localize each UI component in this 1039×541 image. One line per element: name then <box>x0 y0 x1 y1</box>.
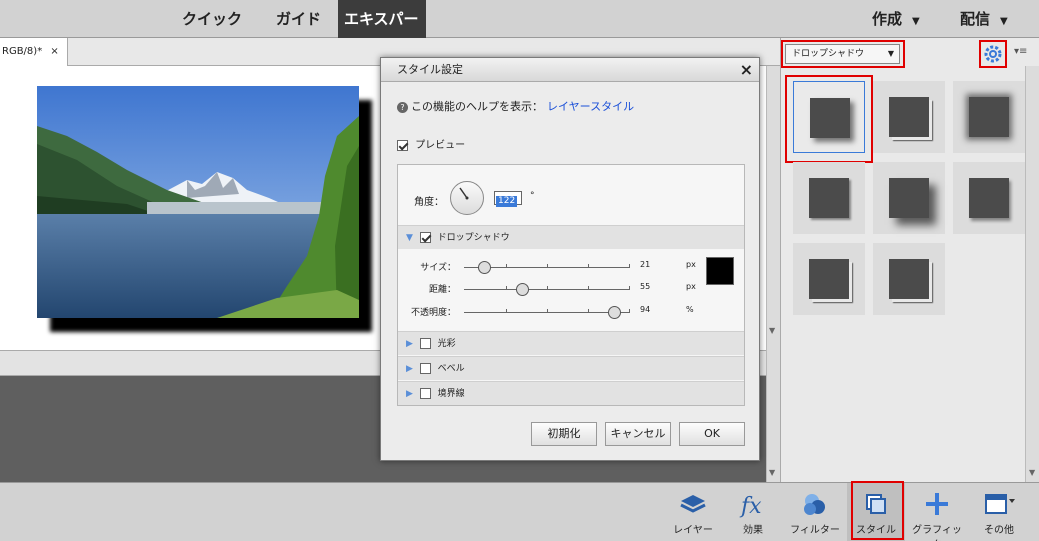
style-thumb-6[interactable] <box>953 162 1025 234</box>
layer-style-help-link[interactable]: レイヤースタイル <box>547 100 634 113</box>
help-question-icon: ? <box>397 102 408 113</box>
tab-expert[interactable]: エキスパート <box>338 0 426 66</box>
expand-right-icon[interactable]: ▶ <box>406 332 413 356</box>
graphics-button[interactable]: グラフィック <box>908 483 966 541</box>
close-icon[interactable]: × <box>740 59 753 81</box>
filters-button[interactable]: フィルター <box>786 483 844 541</box>
caret-down-icon: ▼ <box>1000 16 1008 27</box>
svg-text:fx: fx <box>739 494 762 519</box>
layers-button[interactable]: レイヤー <box>664 483 722 541</box>
style-thumb-4[interactable] <box>793 162 865 234</box>
expand-right-icon[interactable]: ▶ <box>406 382 413 406</box>
more-window-icon <box>970 489 1028 521</box>
styles-panel-scrollbar[interactable]: ▼ <box>1025 66 1039 482</box>
close-tab-icon[interactable]: × <box>50 46 58 57</box>
style-thumb-8[interactable] <box>873 243 945 315</box>
scroll-down-arrow-icon[interactable]: ▼ <box>1029 468 1035 477</box>
checkbox[interactable] <box>397 139 408 151</box>
thumb-highlight <box>785 75 873 163</box>
style-settings-dialog: スタイル設定 × ? この機能のヘルプを表示： レイヤースタイル プレビュー 角度：… <box>380 57 760 461</box>
tab-guided[interactable]: ガイド <box>270 0 327 38</box>
more-button[interactable]: その他 <box>970 483 1028 541</box>
style-options-panel: 角度： 122 ° ▼ ドロップシャドウ サイズ： 21 px 距離： 55 p… <box>397 164 745 406</box>
angle-input[interactable]: 122 <box>494 191 522 207</box>
share-menu-button[interactable]: 配信 ▼ <box>960 0 1008 38</box>
drop-shadow-section-header[interactable]: ▼ ドロップシャドウ <box>398 225 744 249</box>
glow-checkbox[interactable] <box>419 338 431 349</box>
reset-button[interactable]: 初期化 <box>531 422 597 446</box>
help-line: ? この機能のヘルプを表示： レイヤースタイル <box>397 98 634 114</box>
size-slider-row: サイズ： 21 px <box>420 260 696 274</box>
angle-unit: ° <box>530 191 535 201</box>
style-thumb-7[interactable] <box>793 243 865 315</box>
style-thumb-5[interactable] <box>873 162 945 234</box>
dropdown-highlight <box>781 40 905 68</box>
style-thumb-2[interactable] <box>873 81 945 153</box>
tab-quick[interactable]: クイック <box>176 0 248 38</box>
opacity-slider-row: 不透明度： 94 % <box>410 305 694 319</box>
preview-checkbox[interactable]: プレビュー <box>397 136 465 151</box>
graphics-plus-icon <box>908 489 966 521</box>
document-tab[interactable]: RGB/8)* × <box>0 38 68 66</box>
landscape-photo <box>37 86 359 318</box>
stroke-section-header[interactable]: ▶ 境界線 <box>398 381 744 405</box>
scroll-down-arrow-icon[interactable]: ▼ <box>769 468 775 477</box>
angle-dial[interactable] <box>450 181 484 215</box>
drop-shadow-checkbox[interactable] <box>419 232 431 243</box>
panel-menu-icon[interactable]: ▾≡ <box>1014 46 1027 57</box>
dialog-title-bar[interactable]: スタイル設定 × <box>381 58 759 82</box>
caret-down-icon: ▼ <box>912 16 920 27</box>
bevel-section-header[interactable]: ▶ ベベル <box>398 356 744 380</box>
expand-down-icon[interactable]: ▼ <box>406 226 413 250</box>
scroll-down-arrow-icon[interactable]: ▼ <box>769 326 775 335</box>
size-slider-knob[interactable] <box>478 261 491 274</box>
effects-button[interactable]: fx 効果 <box>724 483 782 541</box>
styles-button-highlight <box>851 481 904 540</box>
bevel-checkbox[interactable] <box>419 363 431 374</box>
glow-section-header[interactable]: ▶ 光彩 <box>398 331 744 355</box>
layers-icon <box>664 489 722 521</box>
stroke-checkbox[interactable] <box>419 388 431 399</box>
cancel-button[interactable]: キャンセル <box>605 422 671 446</box>
size-slider[interactable] <box>464 261 630 274</box>
create-menu-button[interactable]: 作成 ▼ <box>872 0 920 38</box>
opacity-slider[interactable] <box>464 306 630 319</box>
style-thumb-3[interactable] <box>953 81 1025 153</box>
gear-highlight <box>979 40 1007 68</box>
expand-right-icon[interactable]: ▶ <box>406 357 413 381</box>
canvas-vertical-scrollbar[interactable]: ▼ ▼ <box>766 66 780 482</box>
opacity-slider-knob[interactable] <box>608 306 621 319</box>
distance-slider-row: 距離： 55 px <box>428 282 696 296</box>
distance-slider-knob[interactable] <box>516 283 529 296</box>
ok-button[interactable]: OK <box>679 422 745 446</box>
angle-label: 角度： <box>414 197 444 208</box>
fx-icon: fx <box>724 489 782 521</box>
filter-icon <box>786 489 844 521</box>
distance-slider[interactable] <box>464 283 630 296</box>
